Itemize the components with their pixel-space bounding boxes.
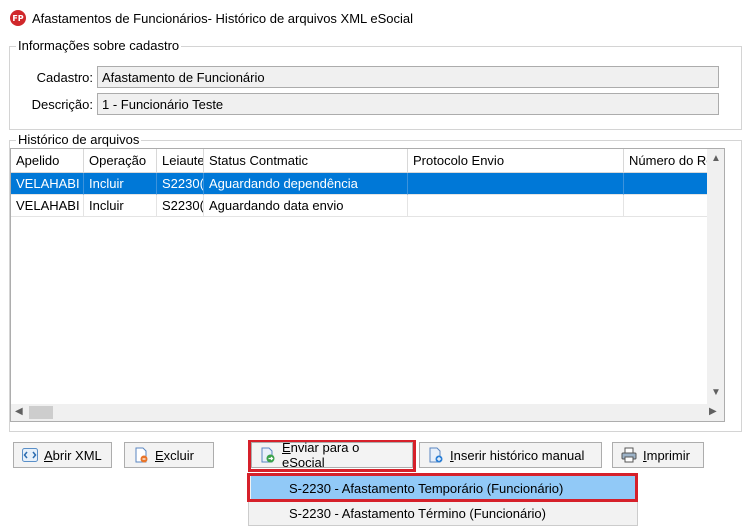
app-logo-icon: FP	[10, 10, 26, 26]
enviar-label: Enviar para o eSocial	[282, 440, 360, 470]
descricao-value: 1 - Funcionário Teste	[102, 96, 224, 112]
col-header-apelido[interactable]: Apelido	[11, 149, 84, 173]
descricao-row: Descrição: 1 - Funcionário Teste	[9, 93, 719, 115]
enviar-esocial-button[interactable]: Enviar para o eSocial	[251, 440, 413, 470]
window-title: Afastamentos de Funcionários- Histórico …	[32, 10, 414, 26]
horizontal-scroll-thumb[interactable]	[29, 406, 53, 419]
cell-operacao: Incluir	[84, 173, 157, 195]
send-document-icon	[260, 447, 276, 463]
cell-apelido: VELAHABI	[11, 173, 84, 195]
delete-document-icon	[133, 447, 149, 463]
vertical-scrollbar[interactable]: ▲ ▼	[707, 149, 724, 404]
scroll-right-icon[interactable]: ▶	[709, 406, 717, 417]
title-bar: FP Afastamentos de Funcionários- Históri…	[0, 0, 753, 36]
abrir-xml-button[interactable]: Abrir XML	[13, 442, 112, 468]
grid-header: Apelido Operação Leiaute Status Contmati…	[11, 149, 709, 173]
imprimir-label: Imprimir	[643, 447, 690, 463]
horizontal-scrollbar[interactable]: ◀ ▶	[11, 404, 724, 421]
table-row[interactable]: VELAHABI Incluir S2230(F Aguardando depe…	[11, 173, 709, 195]
menu-item-highlight-frame	[247, 473, 638, 502]
cell-recibo	[624, 173, 709, 195]
inserir-historico-button[interactable]: Inserir histórico manual	[419, 442, 602, 468]
excluir-label: Excluir	[155, 447, 195, 463]
cell-leiaute: S2230(F	[157, 173, 204, 195]
excluir-button[interactable]: Excluir	[124, 442, 214, 468]
imprimir-button[interactable]: Imprimir	[612, 442, 704, 468]
insert-document-icon	[428, 447, 444, 463]
table-row[interactable]: VELAHABI Incluir S2230(F Aguardando data…	[11, 195, 709, 217]
cell-recibo	[624, 195, 709, 217]
col-header-leiaute[interactable]: Leiaute	[157, 149, 204, 173]
scroll-down-icon[interactable]: ▼	[711, 387, 721, 398]
abrir-xml-label: Abrir XML	[44, 447, 102, 463]
cadastro-group: Informações sobre cadastro	[9, 38, 742, 130]
menu-item-afastamento-termino[interactable]: S-2230 - Afastamento Término (Funcionári…	[251, 501, 635, 525]
col-header-protocolo[interactable]: Protocolo Envio	[408, 149, 624, 173]
xml-code-icon	[22, 447, 38, 463]
historico-group-legend: Histórico de arquivos	[16, 132, 142, 147]
cadastro-value: Afastamento de Funcionário	[102, 69, 265, 85]
col-header-recibo[interactable]: Número do Recibo	[624, 149, 709, 173]
cadastro-field[interactable]: Afastamento de Funcionário	[97, 66, 719, 88]
cell-operacao: Incluir	[84, 195, 157, 217]
menu-item-label: S-2230 - Afastamento Término (Funcionári…	[289, 505, 546, 521]
col-header-status[interactable]: Status Contmatic	[204, 149, 408, 173]
printer-icon	[621, 447, 637, 463]
cell-protocolo	[408, 195, 624, 217]
inserir-label: Inserir histórico manual	[450, 447, 585, 463]
descricao-label: Descrição:	[31, 96, 93, 112]
descricao-field[interactable]: 1 - Funcionário Teste	[97, 93, 719, 115]
cadastro-label: Cadastro:	[36, 69, 93, 85]
cell-protocolo	[408, 173, 624, 195]
cadastro-group-legend: Informações sobre cadastro	[16, 38, 182, 53]
cell-status: Aguardando data envio	[204, 195, 408, 217]
scroll-left-icon[interactable]: ◀	[15, 406, 23, 417]
cell-status: Aguardando dependência	[204, 173, 408, 195]
cell-apelido: VELAHABI	[11, 195, 84, 217]
scroll-up-icon[interactable]: ▲	[711, 153, 721, 164]
historico-grid[interactable]: Apelido Operação Leiaute Status Contmati…	[10, 148, 725, 422]
col-header-operacao[interactable]: Operação	[84, 149, 157, 173]
cell-leiaute: S2230(F	[157, 195, 204, 217]
cadastro-row: Cadastro: Afastamento de Funcionário	[9, 66, 719, 88]
